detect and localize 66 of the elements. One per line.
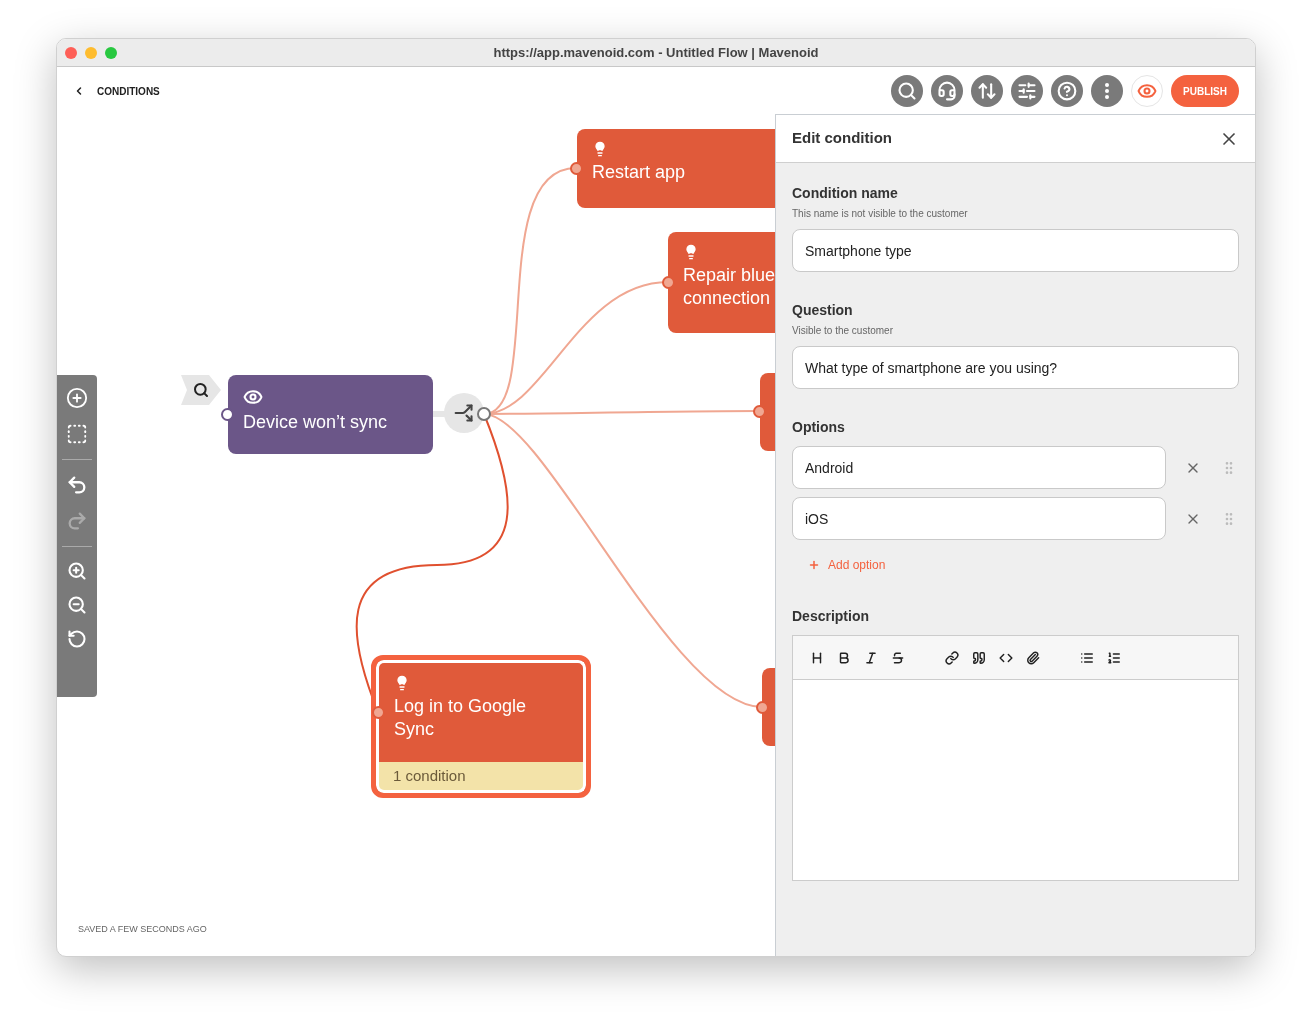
node-title: Restart app — [592, 161, 687, 184]
up-down-arrows-icon — [977, 81, 998, 101]
node-link — [433, 411, 445, 417]
help-icon — [1057, 81, 1078, 101]
more-icon — [1105, 83, 1110, 99]
reset-zoom-icon[interactable] — [67, 629, 87, 649]
node-title: Log in to Google — [394, 695, 528, 718]
output-port[interactable] — [477, 407, 491, 421]
heading-icon[interactable] — [810, 650, 824, 665]
flow-node[interactable]: Repair blue connection — [668, 232, 775, 333]
node-title: Repair blue — [683, 264, 775, 287]
strikethrough-icon[interactable] — [891, 650, 905, 665]
paperclip-icon[interactable] — [1026, 650, 1040, 665]
search-icon — [193, 382, 209, 398]
search-button[interactable] — [891, 75, 924, 107]
sliders-icon — [1017, 81, 1038, 101]
eye-icon — [1137, 81, 1158, 101]
flow-node[interactable]: Device won’t sync — [228, 375, 433, 454]
field-label: Options — [792, 418, 846, 437]
branch-icon — [454, 403, 474, 423]
text-field[interactable]: Smartphone type — [792, 229, 1239, 272]
option-field[interactable]: iOS — [792, 497, 1166, 540]
node-title: Device won’t sync — [243, 411, 389, 434]
flow-node[interactable]: Restart app — [577, 129, 775, 208]
link-icon[interactable] — [945, 650, 959, 665]
text-field[interactable]: What type of smartphone are you using? — [792, 346, 1239, 389]
tag-marker[interactable] — [181, 375, 221, 405]
save-status: SAVED A FEW SECONDS AGO — [78, 922, 207, 936]
field-hint: This name is not visible to the customer — [792, 207, 969, 221]
add-icon[interactable] — [66, 387, 88, 409]
field-hint: Visible to the customer — [792, 324, 894, 338]
preview-button[interactable] — [1131, 75, 1164, 107]
node-title: connection — [683, 287, 772, 310]
branch-node[interactable] — [444, 393, 484, 433]
sliders-button[interactable] — [1011, 75, 1044, 107]
bold-icon[interactable] — [837, 650, 851, 665]
field-label: Description — [792, 607, 870, 626]
flow-node[interactable]: Log in to Google Sync 1 condition — [371, 655, 591, 798]
quote-icon[interactable] — [972, 650, 986, 665]
headset-button[interactable] — [931, 75, 964, 107]
zoom-out-icon[interactable] — [67, 595, 87, 615]
undo-icon[interactable] — [66, 474, 88, 496]
numbered-list-icon[interactable] — [1107, 650, 1121, 665]
window-title: https://app.mavenoid.com - Untitled Flow | Mavenoid — [493, 43, 819, 62]
italic-icon[interactable] — [864, 650, 878, 665]
sort-button[interactable] — [971, 75, 1004, 107]
more-button[interactable] — [1091, 75, 1124, 107]
plus-icon — [808, 559, 820, 571]
help-button[interactable] — [1051, 75, 1084, 107]
zoom-in-icon[interactable] — [67, 561, 87, 581]
panel-title: Edit condition — [792, 128, 892, 149]
select-area-icon[interactable] — [66, 423, 88, 445]
search-icon — [897, 81, 918, 101]
lightbulb-icon — [592, 141, 608, 157]
lightbulb-icon — [394, 675, 410, 691]
bullet-list-icon[interactable] — [1080, 650, 1094, 665]
option-field[interactable]: Android — [792, 446, 1166, 489]
lightbulb-icon — [683, 244, 699, 260]
node-title: Sync — [394, 718, 436, 741]
field-label: Question — [792, 301, 854, 320]
headset-icon — [937, 81, 958, 101]
close-window-button[interactable] — [65, 46, 77, 59]
field-label: Condition name — [792, 184, 899, 203]
back-button[interactable]: CONDITIONS — [73, 83, 160, 99]
condition-count: 1 condition — [393, 767, 466, 784]
eye-icon — [243, 387, 263, 407]
